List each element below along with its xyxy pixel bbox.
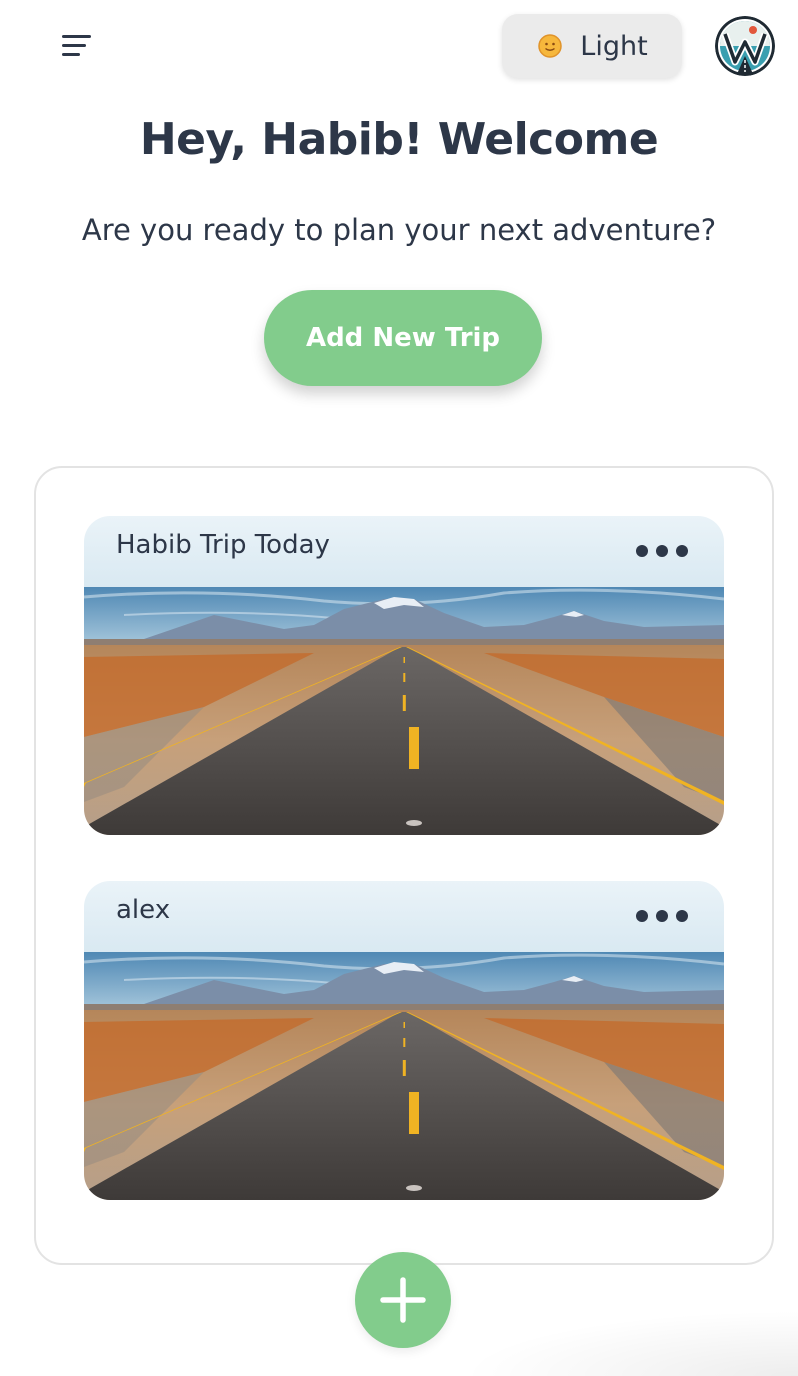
trip-title: Habib Trip Today — [116, 530, 330, 560]
trip-cover-image — [84, 952, 724, 1200]
app-page: Light Hey, Habib! Welcome Are you ready … — [0, 0, 798, 1376]
theme-toggle-button[interactable]: Light — [502, 14, 682, 78]
add-trip-fab-button[interactable] — [355, 1252, 451, 1348]
trip-card[interactable]: Habib Trip Today — [84, 516, 724, 835]
hamburger-menu-icon[interactable] — [56, 30, 96, 62]
welcome-subtitle: Are you ready to plan your next adventur… — [81, 213, 717, 247]
trips-list-panel: Habib Trip Today alex — [34, 466, 774, 1265]
avatar-logo-icon — [715, 16, 775, 76]
trip-card-header: alex — [84, 881, 724, 952]
corner-shadow — [460, 1310, 798, 1376]
avatar[interactable] — [715, 16, 775, 76]
trip-cover-image — [84, 587, 724, 835]
trip-card[interactable]: alex — [84, 881, 724, 1200]
sun-icon — [538, 34, 563, 58]
more-horizontal-icon[interactable] — [632, 540, 688, 560]
trip-title: alex — [116, 895, 171, 925]
plus-icon — [380, 1277, 426, 1323]
page-title: Hey, Habib! Welcome — [139, 114, 659, 165]
add-new-trip-button[interactable]: Add New Trip — [264, 290, 542, 386]
theme-toggle-label: Light — [580, 30, 648, 62]
trip-card-header: Habib Trip Today — [84, 516, 724, 587]
more-horizontal-icon[interactable] — [632, 905, 688, 925]
